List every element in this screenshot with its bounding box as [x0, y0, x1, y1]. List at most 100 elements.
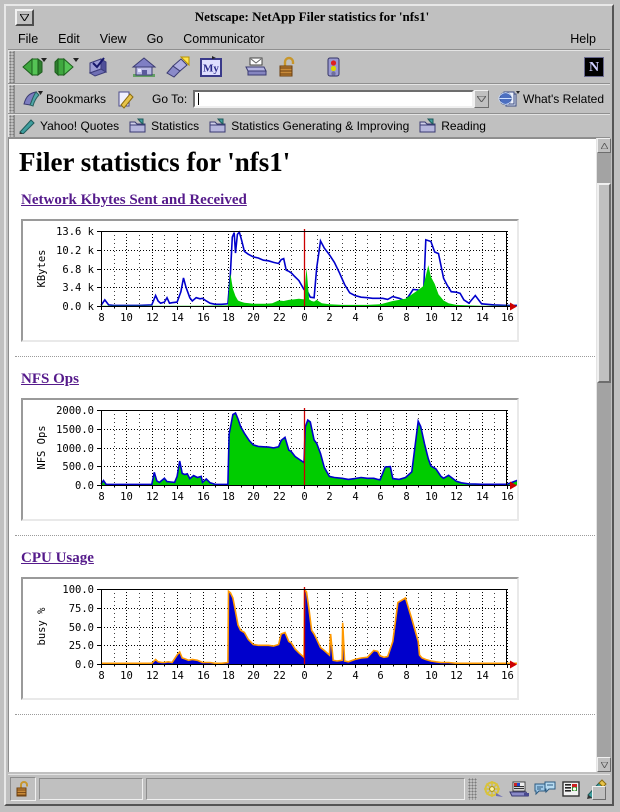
search-button[interactable] — [161, 52, 195, 82]
html-document: Filer statistics for 'nfs1' Network Kbyt… — [9, 139, 597, 772]
svg-text:0.0: 0.0 — [75, 480, 94, 492]
vertical-scrollbar[interactable] — [596, 138, 610, 772]
bookmark-statistics-generating-improving[interactable]: Statistics Generating & Improving — [209, 118, 409, 134]
bookmark-label: Statistics Generating & Improving — [231, 119, 409, 133]
bookmark-statistics[interactable]: Statistics — [129, 118, 199, 134]
section-divider — [15, 356, 595, 357]
reload-button[interactable] — [82, 52, 114, 82]
svg-text:6: 6 — [377, 312, 383, 324]
svg-text:0: 0 — [301, 670, 307, 682]
svg-text:12: 12 — [146, 312, 159, 324]
stop-button[interactable] — [317, 52, 349, 82]
bookmark-yahoo-quotes[interactable]: Yahoo! Quotes — [18, 118, 119, 134]
svg-text:13.6 k: 13.6 k — [56, 226, 95, 238]
status-message — [146, 778, 465, 800]
window-resize-grip[interactable] — [592, 786, 606, 800]
svg-text:10: 10 — [120, 491, 133, 503]
svg-text:2: 2 — [326, 312, 332, 324]
menu-go[interactable]: Go — [137, 31, 174, 47]
address-book-icon[interactable] — [558, 777, 584, 801]
svg-text:22: 22 — [273, 670, 286, 682]
mailbox-icon[interactable] — [506, 777, 532, 801]
svg-text:16: 16 — [501, 312, 514, 324]
window-title: Netscape: NetApp Filer statistics for 'n… — [34, 9, 590, 25]
svg-text:KBytes: KBytes — [36, 250, 48, 288]
personal-toolbar-grip[interactable] — [8, 115, 15, 137]
svg-text:20: 20 — [247, 312, 260, 324]
navigator-icon[interactable] — [480, 777, 506, 801]
menu-edit[interactable]: Edit — [48, 31, 90, 47]
svg-text:18: 18 — [222, 312, 235, 324]
svg-text:18: 18 — [222, 491, 235, 503]
svg-text:16: 16 — [197, 670, 210, 682]
svg-text:50.0: 50.0 — [69, 622, 94, 634]
link-network-kbytes[interactable]: Network Kbytes Sent and Received — [21, 192, 597, 209]
bookmarks-label[interactable]: Bookmarks — [46, 92, 106, 106]
svg-text:4: 4 — [352, 312, 358, 324]
pencil-bookmark-icon — [18, 118, 36, 134]
url-input[interactable] — [193, 90, 474, 108]
netscape-logo-icon[interactable]: N — [584, 57, 604, 77]
chart-network-kbytes: 81012141618202202468101214160.0 k3.4 k6.… — [23, 221, 517, 340]
menu-file[interactable]: File — [8, 31, 48, 47]
link-cpu-usage[interactable]: CPU Usage — [21, 550, 597, 567]
window-menu-icon[interactable] — [15, 9, 34, 26]
scrollbar-thumb[interactable] — [597, 183, 611, 382]
my-netscape-button[interactable]: My — [195, 52, 227, 82]
menu-help[interactable]: Help — [560, 31, 610, 47]
svg-text:12: 12 — [146, 670, 159, 682]
newsgroups-icon[interactable] — [532, 777, 558, 801]
page-quill-icon[interactable] — [112, 84, 138, 114]
section-divider — [15, 535, 595, 536]
globe-pages-icon[interactable] — [495, 84, 523, 114]
component-bar-grip[interactable] — [468, 778, 477, 800]
svg-text:12: 12 — [450, 312, 463, 324]
svg-text:0: 0 — [301, 491, 307, 503]
location-toolbar: Bookmarks Go To: What's Related — [8, 84, 610, 114]
menu-view[interactable]: View — [90, 31, 137, 47]
svg-text:14: 14 — [476, 312, 489, 324]
graph-nfs-ops: 81012141618202202468101214160.0500.01000… — [21, 398, 519, 521]
svg-text:2: 2 — [326, 670, 332, 682]
svg-text:My: My — [203, 63, 219, 75]
forward-button[interactable] — [50, 52, 82, 82]
whats-related-label[interactable]: What's Related — [523, 92, 604, 106]
svg-text:8: 8 — [98, 491, 104, 503]
menu-communicator[interactable]: Communicator — [173, 31, 274, 47]
svg-text:2000.0: 2000.0 — [56, 405, 94, 417]
svg-text:12: 12 — [450, 670, 463, 682]
netscape-window: Netscape: NetApp Filer statistics for 'n… — [0, 0, 620, 812]
scroll-down-triangle-down-icon[interactable] — [597, 757, 611, 772]
home-button[interactable] — [127, 52, 161, 82]
title-bar: Netscape: NetApp Filer statistics for 'n… — [6, 6, 612, 28]
bookmark-reading[interactable]: Reading — [419, 118, 486, 134]
link-nfs-ops[interactable]: NFS Ops — [21, 371, 597, 388]
svg-text:0.0 k: 0.0 k — [62, 301, 94, 313]
svg-text:0.0: 0.0 — [75, 659, 94, 671]
scrollbar-trough[interactable] — [597, 153, 611, 757]
security-button[interactable] — [272, 52, 304, 82]
svg-text:20: 20 — [247, 670, 260, 682]
svg-text:8: 8 — [403, 491, 409, 503]
text-caret — [198, 93, 199, 105]
security-padlock-open-icon[interactable] — [10, 777, 36, 801]
print-button[interactable] — [240, 52, 272, 82]
svg-text:12: 12 — [146, 491, 159, 503]
svg-text:1500.0: 1500.0 — [56, 424, 94, 436]
svg-text:14: 14 — [476, 491, 489, 503]
svg-text:4: 4 — [352, 670, 358, 682]
svg-text:8: 8 — [403, 312, 409, 324]
svg-text:75.0: 75.0 — [69, 603, 94, 615]
back-button[interactable] — [18, 52, 50, 82]
svg-text:busy %: busy % — [36, 607, 48, 646]
goto-label: Go To: — [152, 92, 187, 106]
svg-text:16: 16 — [197, 491, 210, 503]
svg-text:1000.0: 1000.0 — [56, 443, 94, 455]
scroll-up-triangle-up-icon[interactable] — [597, 138, 611, 153]
toolbar-grip[interactable] — [8, 51, 15, 83]
location-toolbar-grip[interactable] — [8, 85, 15, 113]
bookmark-flag-icon[interactable] — [18, 84, 46, 114]
svg-text:100.0: 100.0 — [62, 584, 94, 596]
status-bar — [8, 774, 610, 802]
url-dropdown-chevron-down-icon[interactable] — [474, 90, 489, 108]
